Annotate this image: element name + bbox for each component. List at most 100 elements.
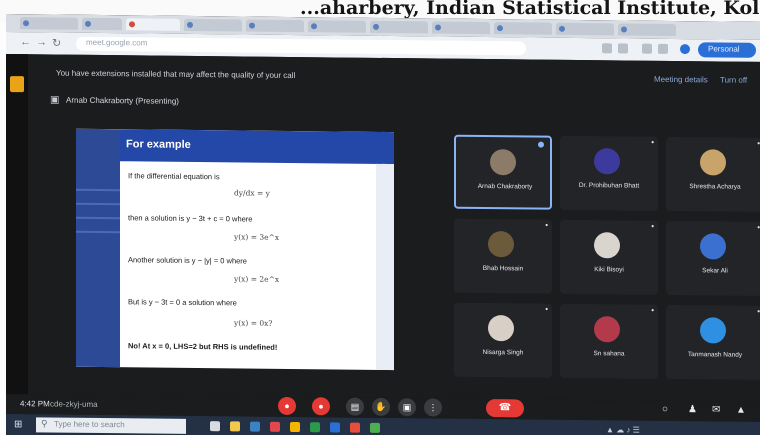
browser-tab[interactable] <box>556 22 614 36</box>
participant-tile[interactable]: • Tanmanash Nandy <box>666 304 760 380</box>
mic-off-icon: • <box>651 137 654 147</box>
speaking-indicator-icon <box>538 141 544 148</box>
slide-equation: y(x) = 2e^x <box>234 274 280 284</box>
participant-avatar <box>594 232 620 259</box>
windows-start-icon[interactable]: ⊞ <box>14 419 22 430</box>
slide-title-bar: For example <box>120 129 394 165</box>
participant-avatar <box>700 317 726 344</box>
participant-tile[interactable]: • Dr. Prohibuhan Bhatt <box>560 135 658 211</box>
participant-tile[interactable]: Arnab Chakraborty <box>454 134 552 210</box>
tab-favicon-icon <box>129 21 135 28</box>
slide-equation: y(x) = 3e^x <box>234 232 280 242</box>
mic-off-icon: • <box>545 304 548 314</box>
participant-tile[interactable]: • Shrestha Acharya <box>666 136 760 212</box>
app-icon[interactable] <box>350 422 360 433</box>
tab-favicon-icon <box>559 25 565 32</box>
info-icon[interactable]: ○ <box>662 404 668 415</box>
slide-stripe <box>76 216 120 220</box>
slide-equation: y(x) = 0x? <box>234 318 273 328</box>
back-icon[interactable]: ← <box>20 36 31 48</box>
participant-avatar <box>490 149 516 176</box>
extension-icon[interactable] <box>602 43 612 54</box>
mic-off-icon: • <box>651 221 654 231</box>
turn-off-link[interactable]: Turn off <box>720 75 747 84</box>
shared-slide: For example If the differential equation… <box>76 128 394 371</box>
participant-name: Tanmanash Nandy <box>687 351 743 359</box>
photo-frame: ...aharbery, Indian Statistical Institut… <box>0 0 760 435</box>
end-call-button[interactable]: ☎ <box>486 399 524 418</box>
participant-tile[interactable]: • Kiki Bisoyi <box>560 219 658 295</box>
tab-favicon-icon <box>435 24 441 31</box>
browser-tab[interactable] <box>494 22 552 35</box>
tab-favicon-icon <box>497 25 503 32</box>
mail-icon[interactable] <box>250 421 260 432</box>
meeting-code: cde-zkyj-uma <box>50 399 98 409</box>
app-icon[interactable] <box>330 422 340 433</box>
participant-tile[interactable]: • Sekar Ali <box>666 220 760 296</box>
extension-icon[interactable] <box>658 43 668 54</box>
reload-icon[interactable]: ↻ <box>52 36 61 49</box>
system-tray[interactable]: ▲ ☁ ♪ ☰ <box>606 425 640 434</box>
tab-favicon-icon <box>621 26 627 33</box>
mic-toggle-button[interactable]: ● <box>278 396 296 416</box>
browser-tab[interactable] <box>82 17 122 31</box>
extension-icon[interactable] <box>642 43 652 54</box>
tab-favicon-icon <box>85 20 91 27</box>
chrome-icon[interactable] <box>290 421 300 433</box>
mic-off-icon: • <box>651 305 654 315</box>
app-icon[interactable] <box>310 422 320 433</box>
participant-tile[interactable]: • Sn sahana <box>560 303 658 379</box>
browser-tab[interactable] <box>432 21 490 35</box>
more-options-button[interactable]: ⋮ <box>424 398 442 417</box>
captions-button[interactable]: ▤ <box>346 397 364 416</box>
participant-tile[interactable]: • Nisarga Singh <box>454 302 552 378</box>
taskbar-search[interactable]: ⚲ Type here to search <box>36 417 186 434</box>
mic-off-icon: • <box>545 220 548 230</box>
browser-tab[interactable] <box>184 18 242 32</box>
caption-text: ...aharbery, Indian Statistical Institut… <box>300 0 760 19</box>
camera-toggle-button[interactable]: ● <box>312 397 330 416</box>
slide-equation: dy/dx = y <box>234 188 270 198</box>
forward-icon[interactable]: → <box>36 36 47 48</box>
monitor-screen: ← → ↻ meet.google.com Personal You have … <box>6 14 760 435</box>
tab-favicon-icon <box>373 23 379 30</box>
participant-avatar <box>700 233 726 260</box>
browser-tab[interactable] <box>370 20 428 34</box>
participant-avatar <box>488 231 514 258</box>
extension-warning: You have extensions installed that may a… <box>56 68 296 81</box>
participant-name: Dr. Prohibuhan Bhatt <box>578 181 640 190</box>
file-explorer-icon[interactable] <box>230 421 240 432</box>
browser-tab-active[interactable] <box>126 18 180 31</box>
participant-avatar <box>594 316 620 343</box>
url-input[interactable]: meet.google.com <box>76 36 526 56</box>
app-icon[interactable] <box>370 422 380 433</box>
browser-tab[interactable] <box>20 17 78 30</box>
slide-stripe <box>76 188 120 192</box>
participant-avatar <box>488 315 514 342</box>
chat-icon[interactable]: ✉ <box>712 404 720 415</box>
browser-tab[interactable] <box>308 20 366 33</box>
meet-window: You have extensions installed that may a… <box>6 54 760 402</box>
extension-icon[interactable] <box>618 43 628 54</box>
participant-avatar <box>700 149 726 176</box>
app-badge-icon[interactable] <box>10 76 24 93</box>
present-button[interactable]: ▣ <box>398 398 416 417</box>
search-icon: ⚲ <box>41 418 48 429</box>
browser-tab[interactable] <box>618 23 676 37</box>
activities-icon[interactable]: ▲ <box>736 405 746 416</box>
people-icon[interactable]: ♟ <box>688 404 697 415</box>
account-avatar-icon[interactable] <box>680 44 690 55</box>
app-icon[interactable] <box>270 421 280 432</box>
raise-hand-button[interactable]: ✋ <box>372 397 390 417</box>
meeting-clock: 4:42 PM <box>20 399 50 409</box>
profile-button[interactable]: Personal <box>698 42 756 58</box>
slide-side-panel <box>76 128 120 368</box>
task-view-icon[interactable] <box>210 421 220 432</box>
participant-name: Sekar Ali <box>702 267 728 275</box>
participant-tile[interactable]: • Bhab Hossain <box>454 218 552 294</box>
browser-tab[interactable] <box>246 19 304 33</box>
tab-favicon-icon <box>311 23 317 30</box>
profile-label: Personal <box>708 44 740 54</box>
present-screen-icon: ▣ <box>50 94 60 106</box>
meeting-details-link[interactable]: Meeting details <box>654 75 708 85</box>
